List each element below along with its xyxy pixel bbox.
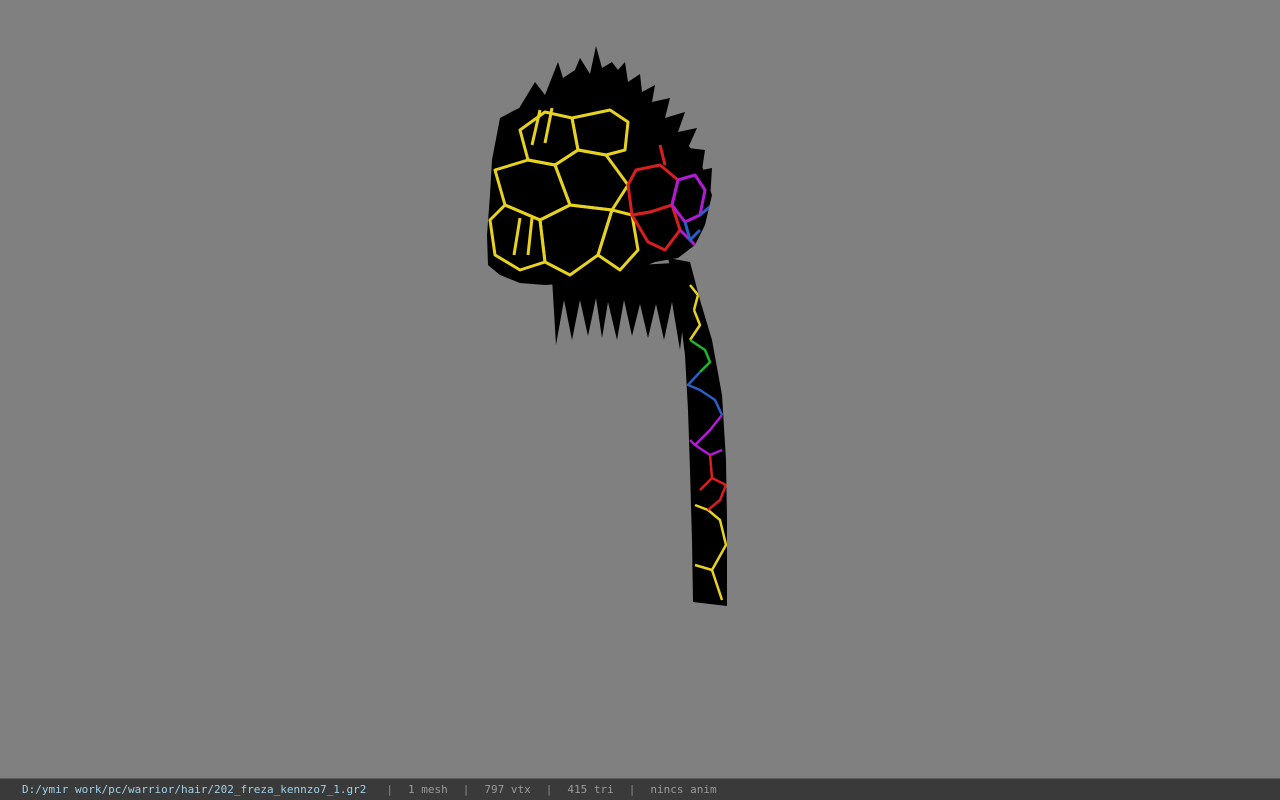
3d-viewport[interactable] bbox=[0, 0, 1280, 778]
hair-model-render[interactable] bbox=[0, 0, 1280, 778]
status-bar: D:/ymir work/pc/warrior/hair/202_freza_k… bbox=[0, 778, 1280, 800]
animation-status: nincs anim bbox=[650, 783, 717, 796]
vertex-count: 797 vtx bbox=[484, 783, 531, 796]
file-path: D:/ymir work/pc/warrior/hair/202_freza_k… bbox=[22, 783, 367, 796]
triangle-count: 415 tri bbox=[567, 783, 614, 796]
status-separator: | bbox=[386, 783, 393, 796]
status-separator: | bbox=[462, 783, 470, 796]
status-separator: | bbox=[545, 783, 553, 796]
mesh-count: 1 mesh bbox=[408, 783, 448, 796]
status-separator: | bbox=[628, 783, 636, 796]
